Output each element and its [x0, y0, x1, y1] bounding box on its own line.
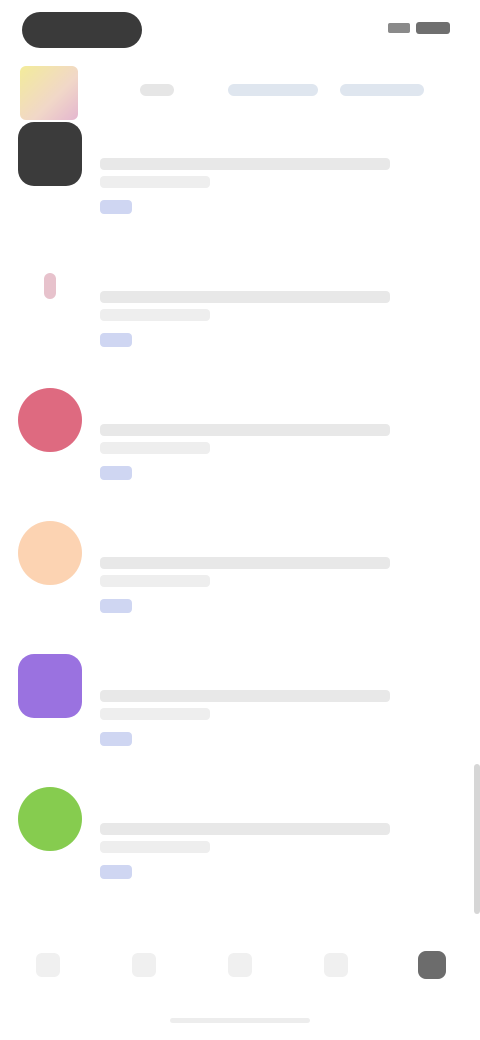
list-item[interactable] [0, 650, 480, 783]
list-item[interactable] [0, 384, 480, 517]
tab-updates[interactable] [316, 945, 356, 985]
app-name [100, 392, 300, 408]
app-icon[interactable] [18, 654, 82, 718]
list-item[interactable] [0, 783, 480, 916]
app-name [100, 126, 300, 142]
app-icon[interactable] [18, 255, 82, 319]
header [0, 62, 480, 122]
app-description [100, 158, 390, 170]
app-description [100, 575, 210, 587]
updates-icon [324, 953, 348, 977]
home-icon [36, 953, 60, 977]
tab-home[interactable] [28, 945, 68, 985]
list-item[interactable] [0, 251, 480, 384]
app-name [100, 791, 300, 807]
app-list [0, 118, 480, 916]
app-description [100, 309, 210, 321]
tab-discover[interactable] [124, 945, 164, 985]
app-description [100, 690, 390, 702]
battery-icon [416, 22, 450, 34]
app-icon[interactable] [18, 787, 82, 851]
app-tag [100, 200, 132, 214]
header-chip[interactable] [340, 84, 424, 96]
app-icon[interactable] [18, 388, 82, 452]
app-description [100, 442, 210, 454]
app-description [100, 708, 210, 720]
app-icon[interactable] [18, 521, 82, 585]
app-tag [100, 599, 132, 613]
home-indicator[interactable] [170, 1018, 310, 1023]
list-item[interactable] [0, 517, 480, 650]
tab-profile[interactable] [412, 945, 452, 985]
avatar[interactable] [20, 66, 78, 120]
app-description [100, 557, 390, 569]
app-tag [100, 466, 132, 480]
app-name [100, 259, 300, 275]
app-tag [100, 732, 132, 746]
app-description [100, 176, 210, 188]
scrollbar[interactable] [474, 764, 480, 914]
bottom-tab-bar [0, 930, 480, 1000]
app-name [100, 525, 300, 541]
app-description [100, 424, 390, 436]
app-description [100, 841, 210, 853]
discover-icon [132, 953, 156, 977]
apps-icon [228, 953, 252, 977]
tab-apps[interactable] [220, 945, 260, 985]
status-bar [0, 0, 480, 60]
list-item[interactable] [0, 118, 480, 251]
app-tag [100, 333, 132, 347]
header-chip[interactable] [140, 84, 174, 96]
pin-icon [44, 273, 56, 299]
app-description [100, 291, 390, 303]
status-icons [388, 22, 450, 34]
app-icon[interactable] [18, 122, 82, 186]
app-name [100, 658, 300, 674]
time-pill [22, 12, 142, 48]
signal-icon [388, 23, 410, 33]
app-tag [100, 865, 132, 879]
header-chip[interactable] [228, 84, 318, 96]
profile-icon [418, 951, 446, 979]
app-description [100, 823, 390, 835]
